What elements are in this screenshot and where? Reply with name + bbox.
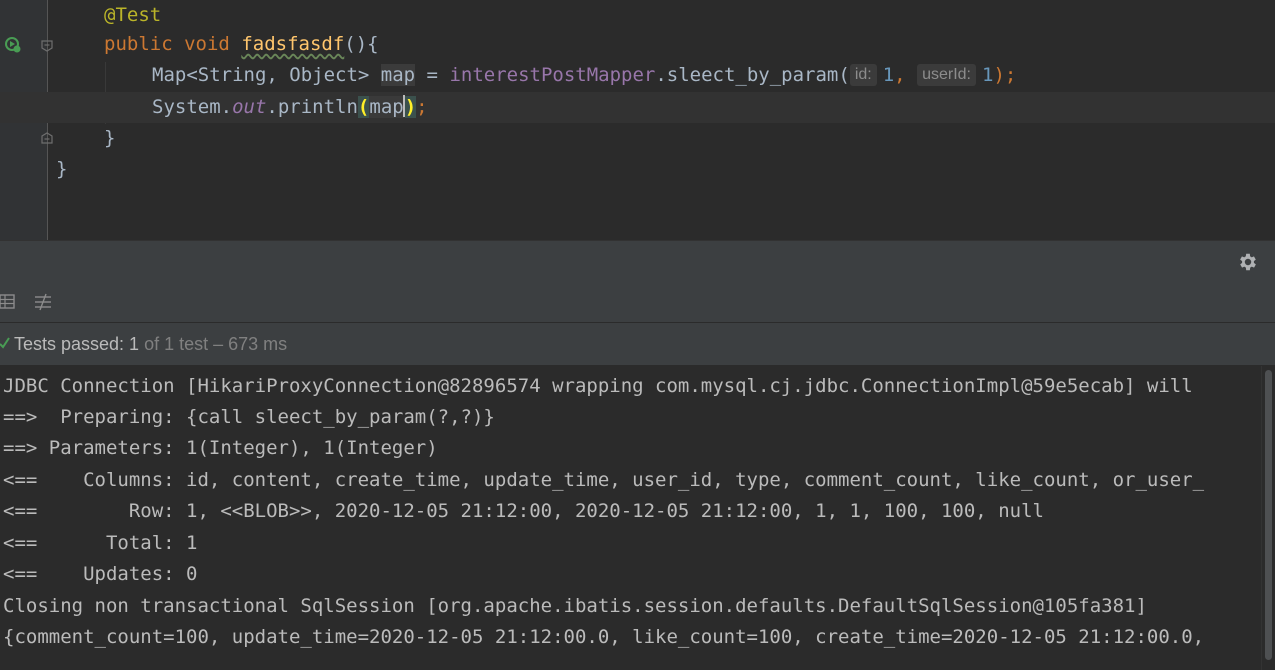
scrollbar-thumb[interactable]: [1265, 370, 1272, 660]
filter-icon[interactable]: [34, 293, 52, 311]
table-icon[interactable]: [0, 293, 18, 311]
gear-icon[interactable]: [1237, 251, 1259, 273]
console-line: <== Updates: 0: [3, 563, 198, 585]
run-tool-window-header: [0, 240, 1275, 284]
arg-comma: ,: [894, 64, 918, 86]
test-toolbar: [0, 283, 1275, 323]
keyword-void: void: [184, 33, 230, 55]
param-hint-id: id:: [849, 64, 877, 86]
keyword-public: public: [104, 33, 173, 55]
semicolon: ;: [416, 96, 428, 118]
method-tail: (){: [344, 33, 379, 55]
console-line: Closing non transactional SqlSession [or…: [3, 595, 1147, 617]
code-line-map-assignment[interactable]: Map<String, Object> map = interestPostMa…: [0, 60, 1275, 91]
check-icon: [0, 337, 10, 349]
console-line: <== Total: 1: [3, 532, 198, 554]
open-paren: (: [357, 96, 370, 118]
param-hint-userid: userId:: [917, 64, 976, 86]
console-line: JDBC Connection [HikariProxyConnection@8…: [3, 375, 1193, 397]
method-call: .sleect_by_param(: [655, 64, 850, 86]
method-close-brace: }: [104, 127, 116, 149]
console-line: ==> Preparing: {call sleect_by_param(?,?…: [3, 406, 495, 428]
console-line: <== Row: 1, <<BLOB>>, 2020-12-05 21:12:0…: [3, 500, 1044, 522]
assign-op: =: [415, 64, 450, 86]
arg-id: 1: [882, 64, 895, 86]
console-line: <== Columns: id, content, create_time, u…: [3, 469, 1205, 491]
println-call: .println: [266, 96, 358, 118]
mapper-field: interestPostMapper: [449, 64, 656, 86]
close-paren: ): [404, 96, 417, 118]
console-scrollbar[interactable]: [1261, 366, 1275, 670]
system-class: System.: [152, 96, 233, 118]
code-line-method-signature[interactable]: public void fadsfasdf(){: [0, 29, 1275, 60]
tests-detail: of 1 test – 673 ms: [139, 334, 288, 354]
code-line-close-method[interactable]: }: [0, 123, 1275, 154]
code-line-close-class[interactable]: }: [0, 154, 1275, 185]
console-line: ==> Parameters: 1(Integer), 1(Integer): [3, 437, 438, 459]
annotation-text: @Test: [104, 4, 162, 26]
arg-userid: 1: [981, 64, 994, 86]
method-name: fadsfasdf: [241, 33, 345, 55]
code-line-println[interactable]: System.out.println(map);: [0, 92, 1275, 123]
map-variable: map: [380, 64, 416, 86]
class-close-brace: }: [56, 158, 68, 180]
out-field: out: [232, 96, 267, 118]
type-declaration: Map<String, Object>: [152, 64, 381, 86]
test-status-bar: Tests passed: 1 of 1 test – 673 ms: [0, 323, 1275, 365]
tests-passed-label: Tests passed: 1: [14, 334, 140, 354]
call-close: );: [993, 64, 1017, 86]
console-line: {comment_count=100, update_time=2020-12-…: [3, 626, 1205, 648]
code-editor[interactable]: @Test public void fadsfasdf(){ Map<Strin…: [0, 0, 1275, 240]
println-arg: map: [369, 96, 404, 118]
code-line-annotation[interactable]: @Test: [0, 0, 1275, 31]
console-output[interactable]: JDBC Connection [HikariProxyConnection@8…: [0, 366, 1262, 670]
